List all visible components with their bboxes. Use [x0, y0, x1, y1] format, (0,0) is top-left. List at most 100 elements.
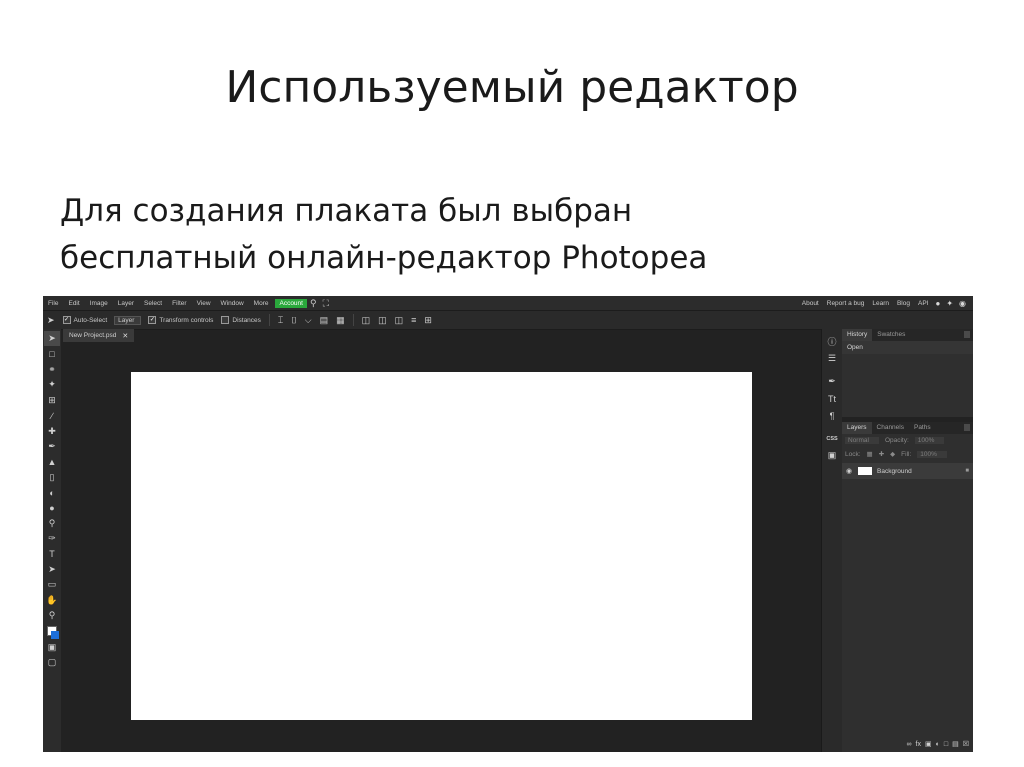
distances-label: Distances	[232, 316, 261, 324]
account-button[interactable]: Account	[275, 298, 307, 308]
magic-wand-tool-icon[interactable]: ✦	[44, 377, 60, 392]
layer-mask-icon[interactable]: ▣	[925, 740, 932, 748]
layers-panel: Layers Channels Paths Normal Opacity: 10…	[842, 422, 973, 752]
adjustment-layer-icon[interactable]: ◐	[936, 741, 940, 748]
search-icon[interactable]: ⚲	[307, 298, 320, 309]
distances-checkbox[interactable]: Distances	[217, 316, 265, 324]
facebook-icon[interactable]: ◉	[956, 299, 969, 308]
tab-layers[interactable]: Layers	[842, 422, 872, 434]
quick-mask-icon[interactable]: ▣	[44, 639, 60, 654]
fullscreen-icon[interactable]: ⛶	[320, 298, 332, 309]
blend-row: Normal Opacity: 100%	[842, 434, 973, 447]
auto-select-checkbox[interactable]: ✓ Auto-Select	[59, 316, 112, 324]
link-api[interactable]: API	[914, 300, 932, 307]
layer-effects-icon[interactable]: fx	[916, 741, 921, 748]
zoom-tool-icon[interactable]: ⚲	[44, 608, 60, 623]
document-canvas[interactable]	[131, 372, 752, 720]
info-icon[interactable]: ⓘ	[823, 333, 841, 350]
divider	[352, 314, 354, 326]
move-tool-icon[interactable]: ➤	[44, 331, 60, 347]
distribute-icon[interactable]: ◫	[358, 315, 375, 326]
healing-brush-tool-icon[interactable]: ✚	[44, 423, 60, 438]
menu-right-links: About Report a bug Learn Blog API ● ✦ ◉	[798, 299, 973, 308]
background-color-swatch[interactable]	[51, 631, 59, 640]
shape-tool-icon[interactable]: ▭	[44, 577, 60, 592]
delete-layer-icon[interactable]: ☒	[963, 740, 969, 748]
reddit-icon[interactable]: ●	[932, 299, 943, 308]
align-bottom-icon[interactable]: ⌵	[301, 315, 316, 326]
dodge-tool-icon[interactable]: ⚲	[44, 516, 60, 531]
align-top-icon[interactable]: ⌶	[274, 315, 287, 326]
slide-body-line-1: Для создания плаката был выбран	[60, 193, 633, 229]
history-entry[interactable]: Open	[842, 341, 973, 354]
layer-dropdown[interactable]: Layer	[114, 315, 142, 325]
new-layer-icon[interactable]: ▤	[952, 740, 959, 748]
tab-swatches[interactable]: Swatches	[872, 329, 910, 341]
align-left-icon[interactable]: ▤	[316, 315, 333, 326]
crop-tool-icon[interactable]: ⊞	[44, 393, 60, 408]
tab-history[interactable]: History	[842, 329, 873, 341]
lasso-tool-icon[interactable]: ⚭	[44, 362, 60, 377]
path-select-tool-icon[interactable]: ➤	[44, 562, 60, 577]
opacity-field[interactable]: 100%	[914, 437, 945, 444]
adjustments-icon[interactable]: ☰	[823, 350, 841, 367]
fill-field[interactable]: 100%	[917, 450, 947, 458]
link-blog[interactable]: Blog	[893, 300, 914, 307]
blend-mode-dropdown[interactable]: Normal	[845, 437, 879, 444]
lock-label: Lock:	[845, 450, 861, 458]
menu-view[interactable]: View	[192, 300, 216, 307]
eraser-tool-icon[interactable]: ▯	[44, 470, 60, 485]
brush-tool-icon[interactable]: ✒	[44, 439, 60, 454]
lock-all-icon[interactable]: ◆	[890, 450, 895, 458]
panel-menu-icon[interactable]	[964, 331, 970, 338]
hand-tool-icon[interactable]: ✋	[44, 593, 60, 608]
document-tab[interactable]: New Project.psd ✕	[63, 329, 135, 342]
link-learn[interactable]: Learn	[868, 300, 893, 307]
blur-tool-icon[interactable]: ●	[44, 500, 60, 515]
menu-filter[interactable]: Filter	[167, 300, 191, 307]
tab-channels[interactable]: Channels	[872, 422, 909, 434]
transform-controls-checkbox[interactable]: ✓ Transform controls	[144, 316, 217, 324]
type-tool-icon[interactable]: T	[44, 546, 60, 561]
layer-row[interactable]: ◉ Background ■	[842, 463, 973, 479]
lock-move-icon[interactable]: ✚	[879, 450, 884, 458]
new-folder-icon[interactable]: □	[944, 741, 948, 748]
grid-icon[interactable]: ⊞	[420, 315, 436, 326]
panel-icon-strip: ⓘ ☰ ✒ Tt ¶ CSS ▣	[821, 329, 842, 752]
move-tool-icon[interactable]: ➤	[43, 315, 59, 326]
align-options-icon[interactable]: ≡	[407, 315, 420, 325]
clone-stamp-tool-icon[interactable]: ▲	[44, 454, 60, 469]
visibility-eye-icon[interactable]: ◉	[846, 467, 854, 475]
pen-tool-icon[interactable]: ✑	[44, 531, 60, 546]
paragraph-icon[interactable]: ¶	[823, 407, 841, 424]
history-panel-tabs: History Swatches	[842, 329, 973, 341]
link-about[interactable]: About	[798, 300, 823, 307]
menu-window[interactable]: Window	[216, 300, 249, 307]
divider	[268, 314, 270, 326]
marquee-tool-icon[interactable]: □	[44, 346, 60, 361]
link-layers-icon[interactable]: ∞	[907, 741, 912, 748]
character-icon[interactable]: Tt	[823, 390, 841, 407]
distribute-vertical-icon[interactable]: ◫	[391, 315, 408, 326]
link-report-bug[interactable]: Report a bug	[823, 300, 869, 307]
eyedropper-tool-icon[interactable]: ∕	[44, 408, 60, 423]
menu-edit[interactable]: Edit	[63, 300, 84, 307]
panel-menu-icon[interactable]	[964, 424, 970, 431]
menu-image[interactable]: Image	[85, 300, 113, 307]
menu-select[interactable]: Select	[139, 300, 167, 307]
gradient-tool-icon[interactable]: ◐	[44, 485, 60, 500]
align-center-icon[interactable]: ▦	[332, 315, 349, 326]
twitter-icon[interactable]: ✦	[943, 299, 956, 308]
menu-more[interactable]: More	[249, 300, 274, 307]
align-middle-icon[interactable]: ⌷	[287, 315, 300, 326]
menu-layer[interactable]: Layer	[113, 300, 139, 307]
menu-file[interactable]: File	[43, 300, 63, 307]
distribute-horizontal-icon[interactable]: ◫	[374, 315, 391, 326]
image-icon[interactable]: ▣	[823, 447, 841, 464]
css-panel-button[interactable]: CSS	[823, 430, 841, 447]
screen-mode-icon[interactable]: ▢	[44, 655, 60, 670]
tab-paths[interactable]: Paths	[909, 422, 936, 434]
close-icon[interactable]: ✕	[122, 332, 128, 340]
brush-settings-icon[interactable]: ✒	[823, 373, 841, 390]
lock-transparency-icon[interactable]: ▦	[867, 450, 873, 458]
